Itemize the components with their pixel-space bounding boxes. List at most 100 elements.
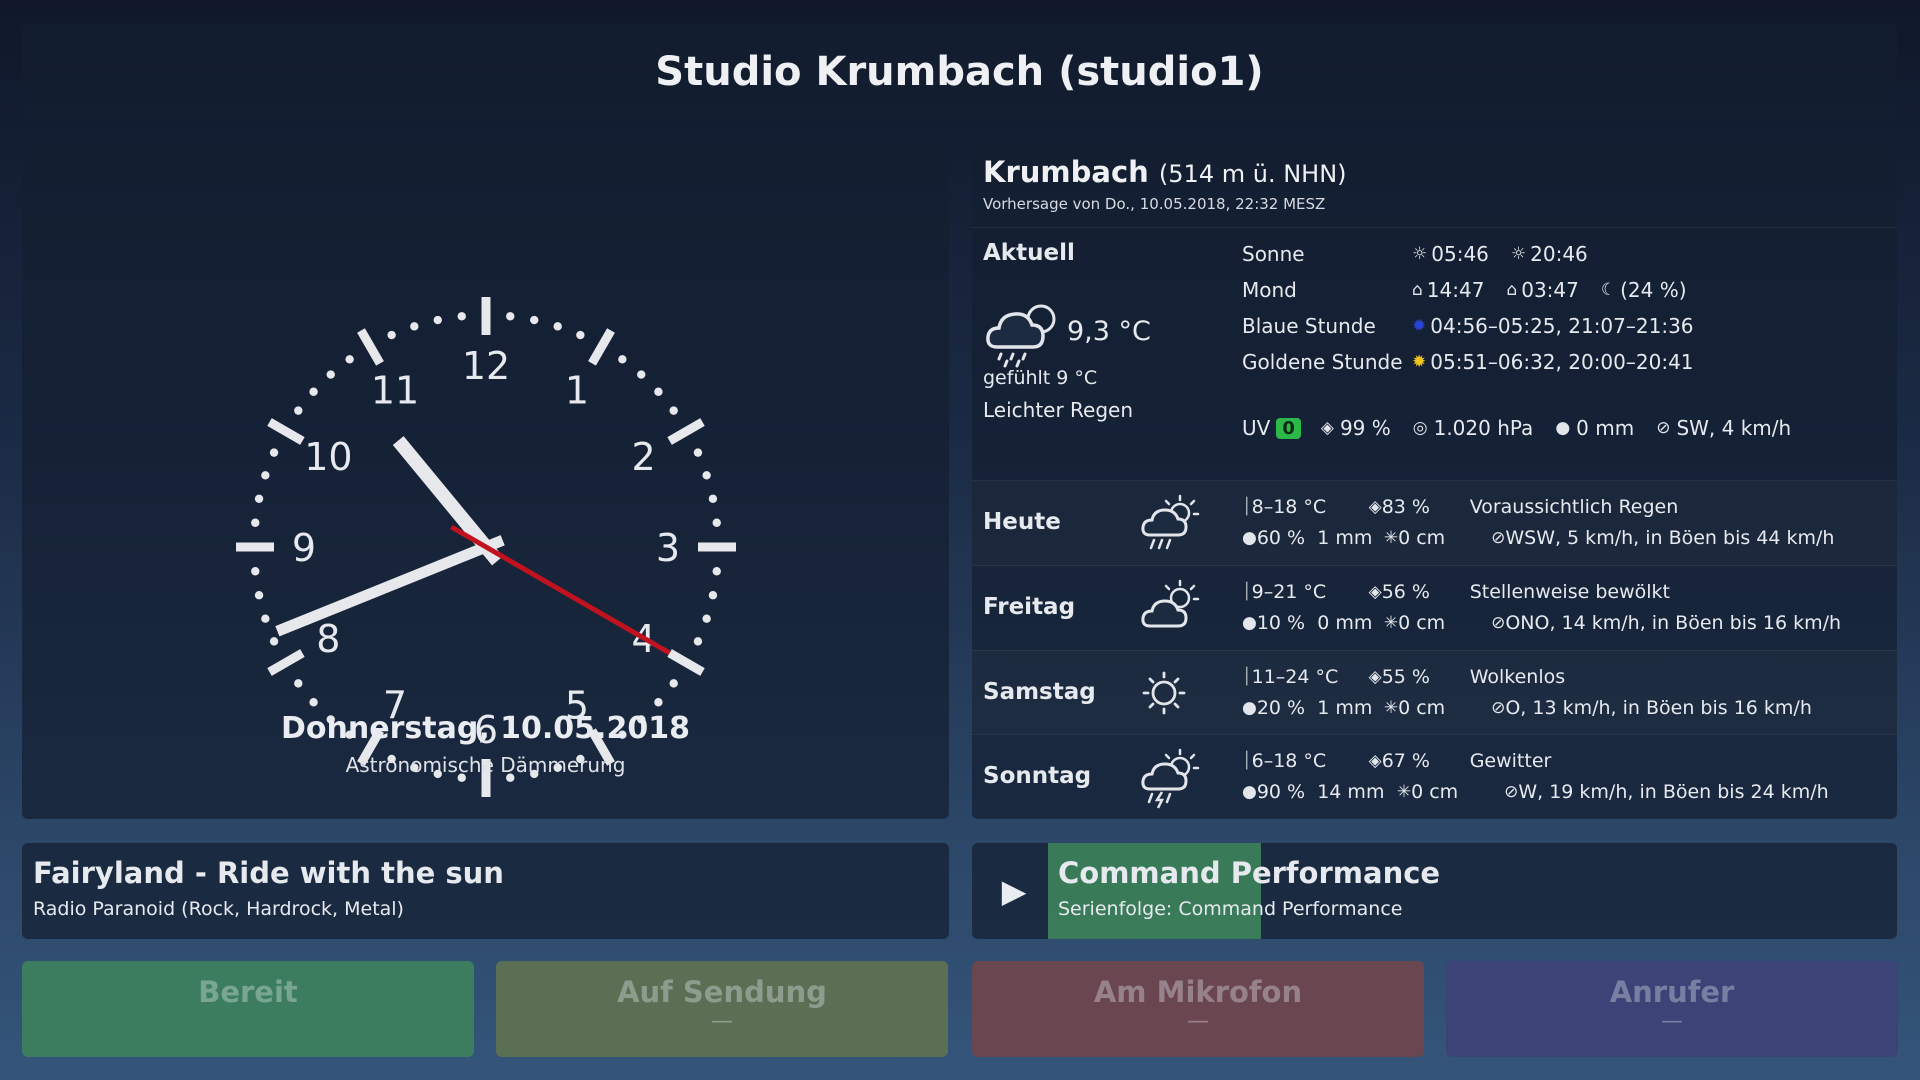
temp-range: 6–18 °C: [1251, 750, 1327, 772]
cloud-sun-icon: [1141, 579, 1200, 628]
temp-range: 11–24 °C: [1251, 666, 1339, 688]
second-hand: [450, 524, 671, 656]
current-temperature: 9,3 °C: [1067, 316, 1151, 347]
clock-date: Donnerstag, 10.05.2018: [281, 711, 690, 746]
minute-dot: [693, 637, 703, 646]
temp-range: 9–21 °C: [1251, 581, 1327, 603]
wind-value: W, 19 km/h, in Böen bis 24 km/h: [1518, 781, 1829, 803]
moon-label: Mond: [1242, 278, 1297, 302]
location-altitude: (514 m ü. NHN): [1158, 160, 1347, 188]
minute-dot: [702, 614, 711, 623]
weather-panel: Krumbach (514 m ü. NHN) Vorhersage von D…: [972, 141, 1897, 819]
wind-value: WSW, 5 km/h, in Böen bis 44 km/h: [1505, 527, 1835, 549]
temp-range: 8–18 °C: [1251, 496, 1327, 518]
golden-hour-label: Goldene Stunde: [1242, 350, 1403, 374]
forecast-desc: Gewitter: [1469, 750, 1552, 772]
hour-tick: [357, 328, 384, 366]
on-air-value: —: [711, 1009, 733, 1034]
wind-value: O, 13 km/h, in Böen bis 16 km/h: [1505, 697, 1812, 719]
rain-probability-amount: 20 % 1 mm: [1256, 697, 1373, 719]
day-name: Sonntag: [983, 763, 1092, 789]
minute-dot: [693, 448, 703, 457]
moonset-icon: ⌂: [1506, 280, 1518, 300]
divider: [972, 227, 1897, 228]
blue-hour-value: 04:56–05:25, 21:07–21:36: [1430, 314, 1694, 338]
minute-dot: [669, 406, 678, 415]
moon-phase: (24 %): [1620, 278, 1687, 302]
snow-value: 0 cm: [1398, 527, 1446, 549]
current-stats: UV 0 ◈ 99 % ◎ 1.020 hPa ● 0 mm ⊘ SW, 4 k…: [1242, 416, 1807, 440]
minute-dot: [712, 567, 721, 576]
hour-tick: [588, 328, 615, 366]
caller-button[interactable]: Anrufer —: [1446, 961, 1898, 1057]
sunrise-time: 05:46: [1431, 242, 1489, 266]
minute-dot: [654, 387, 663, 396]
next-show-title: Command Performance: [1058, 856, 1441, 890]
on-air-button[interactable]: Auf Sendung —: [496, 961, 948, 1057]
clock-numeral: 12: [462, 344, 510, 388]
minute-dot: [708, 591, 718, 600]
forecast-time: Vorhersage von Do., 10.05.2018, 22:32 ME…: [983, 195, 1326, 213]
snow-value: 0 cm: [1398, 612, 1446, 634]
pressure-icon: ◎: [1412, 418, 1428, 438]
minute-dot: [654, 698, 663, 707]
minute-dot: [309, 698, 318, 707]
snow-value: 0 cm: [1398, 697, 1446, 719]
forecast-desc: Stellenweise bewölkt: [1469, 581, 1670, 603]
location-name: Krumbach: [983, 155, 1149, 189]
minute-dot: [309, 387, 318, 396]
sunset-icon: ☼: [1510, 244, 1527, 264]
minute-dot: [457, 312, 466, 321]
felt-temperature: gefühlt 9 °C: [983, 367, 1098, 389]
minute-dot: [261, 614, 270, 623]
humidity-value: 99 %: [1339, 416, 1391, 440]
minute-dot: [669, 679, 678, 688]
golden-hour-value: 05:51–06:32, 20:00–20:41: [1430, 350, 1694, 374]
clock-numeral: 8: [316, 617, 340, 661]
rain-probability-amount: 90 % 14 mm: [1256, 781, 1385, 803]
microphone-button[interactable]: Am Mikrofon —: [972, 961, 1424, 1057]
forecast-desc: Wolkenlos: [1469, 666, 1566, 688]
minute-dot: [269, 448, 279, 457]
humidity-value: 55 %: [1381, 666, 1430, 688]
caller-value: —: [1661, 1009, 1683, 1034]
minute-dot: [345, 355, 354, 364]
current-condition: Leichter Regen: [983, 398, 1134, 422]
minute-dot: [294, 406, 303, 415]
minute-dot: [294, 679, 303, 688]
minute-dot: [553, 322, 562, 331]
forecast-desc: Voraussichtlich Regen: [1469, 496, 1679, 518]
minute-dot: [618, 355, 627, 364]
sunrise-icon: ☼: [1412, 244, 1428, 264]
on-air-label: Auf Sendung: [617, 975, 827, 1009]
wind-icon: ⊘: [1656, 418, 1671, 438]
rain-probability-amount: 10 % 0 mm: [1256, 612, 1373, 634]
sunset-time: 20:46: [1530, 242, 1588, 266]
day-name: Samstag: [983, 679, 1096, 705]
ready-button[interactable]: Bereit: [22, 961, 474, 1057]
minute-dot: [576, 330, 585, 340]
moonrise-time: 14:47: [1426, 278, 1485, 302]
clock-panel: 121234567891011 Donnerstag, 10.05.2018 A…: [22, 141, 949, 819]
microphone-value: —: [1187, 1009, 1209, 1034]
humidity-icon: ◈: [1320, 418, 1334, 438]
weather-location: Krumbach (514 m ü. NHN): [983, 155, 1347, 189]
clock-numeral: 9: [292, 526, 316, 570]
uv-badge: 0: [1276, 417, 1301, 439]
cloud-rain-icon: [986, 304, 1056, 368]
now-playing-title: Fairyland - Ride with the sun: [33, 856, 504, 890]
blue-hour-icon: ✹: [1412, 316, 1427, 336]
golden-hour-icon: ✹: [1412, 352, 1427, 372]
hour-tick: [667, 649, 705, 676]
play-icon[interactable]: ▶: [996, 871, 1032, 911]
minute-dot: [433, 315, 442, 325]
pressure-value: 1.020 hPa: [1433, 416, 1534, 440]
clock-numeral: 2: [632, 435, 656, 479]
day-name: Heute: [983, 509, 1061, 535]
now-playing-station: Radio Paranoid (Rock, Hardrock, Metal): [33, 898, 404, 920]
minute-dot: [702, 471, 711, 480]
title-bar: Studio Krumbach (studio1): [22, 24, 1897, 119]
twilight-phase: Astronomische Dämmerung: [345, 753, 626, 777]
day-name: Freitag: [983, 594, 1076, 620]
ready-label: Bereit: [198, 975, 298, 1009]
